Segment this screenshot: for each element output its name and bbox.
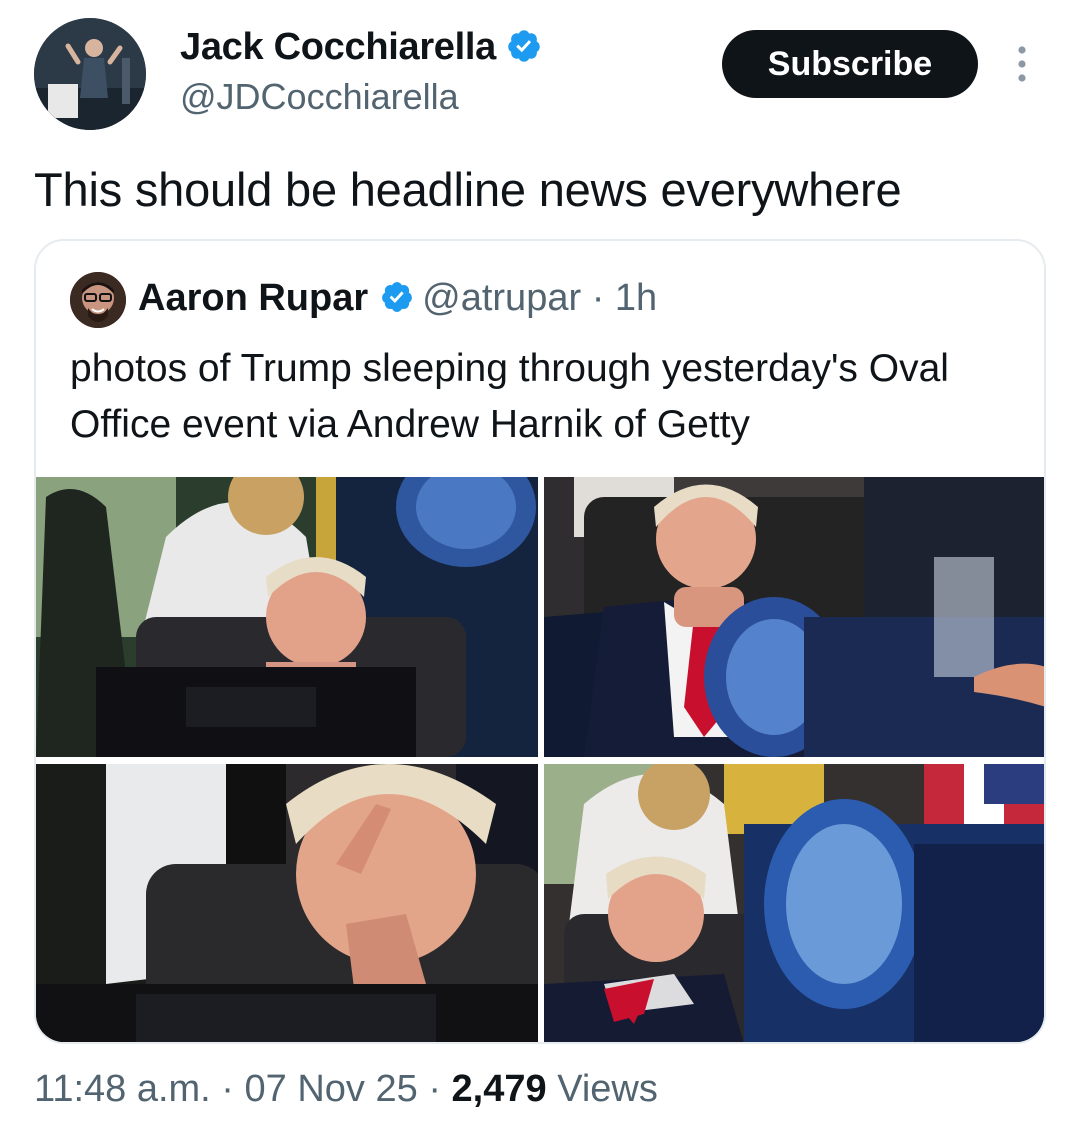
author-avatar[interactable] [34, 18, 146, 130]
quoted-author-avatar[interactable] [70, 272, 126, 328]
photo-1[interactable] [36, 477, 538, 757]
photo-3[interactable] [36, 764, 538, 1042]
quoted-tweet-text: photos of Trump sleeping through yesterd… [70, 347, 949, 446]
verified-badge-icon [380, 280, 414, 314]
photo-4[interactable] [544, 764, 1044, 1042]
quoted-author-name[interactable]: Aaron Rupar [138, 277, 368, 319]
views-count[interactable]: 2,479 [452, 1068, 547, 1110]
quoted-header: Aaron Rupar @atrupar · 1h [138, 277, 657, 320]
quoted-author-handle[interactable]: @atrupar [422, 277, 581, 319]
tweet-date[interactable]: 07 Nov 25 [245, 1068, 418, 1110]
quoted-timestamp[interactable]: 1h [615, 277, 657, 319]
quoted-tweet-card[interactable]: Aaron Rupar @atrupar · 1h photos of Trump… [34, 239, 1046, 1044]
verified-badge-icon [506, 28, 542, 64]
tweet-time[interactable]: 11:48 a.m. [34, 1068, 211, 1110]
dot-separator: · [428, 1068, 441, 1110]
dot-separator: · [591, 277, 605, 319]
author-name[interactable]: Jack Cocchiarella [180, 26, 496, 68]
views-label: Views [557, 1068, 658, 1110]
tweet-text: This should be headline news everywhere [34, 163, 902, 216]
more-options-icon[interactable] [1010, 44, 1034, 84]
subscribe-button[interactable]: Subscribe [722, 30, 978, 98]
tweet-meta: 11:48 a.m. · 07 Nov 25 · 2,479 Views [34, 1068, 658, 1111]
dot-separator: · [221, 1068, 234, 1110]
author-handle[interactable]: @JDCocchiarella [180, 76, 459, 118]
photo-2[interactable] [544, 477, 1044, 757]
author-name-row[interactable]: Jack Cocchiarella [180, 26, 542, 69]
